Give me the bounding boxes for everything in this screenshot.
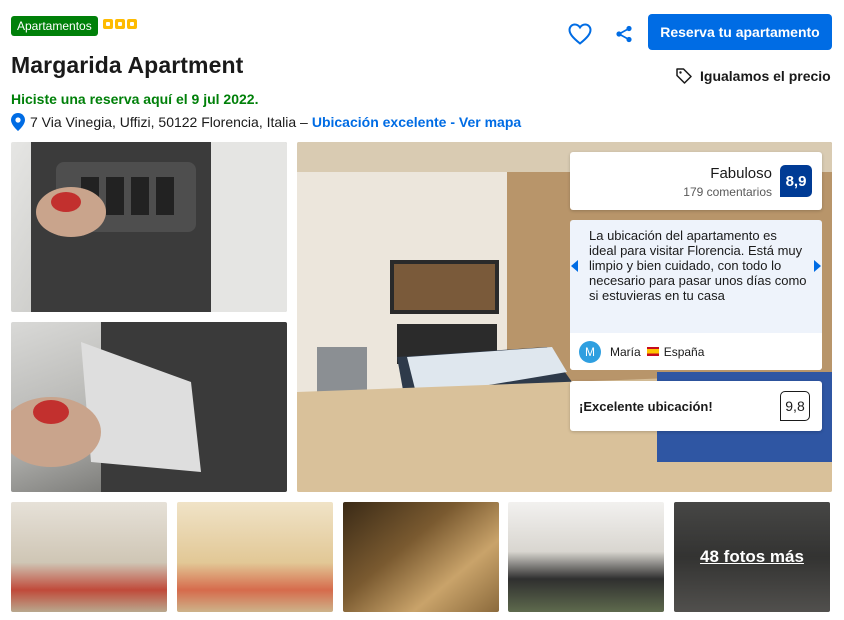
address-row: 7 Via Vinegia, Uffizi, 50122 Florencia, … [11, 113, 521, 131]
review-author-name: María [610, 344, 641, 359]
gallery-photo-keybox-open[interactable] [11, 322, 287, 492]
review-author-country: España [663, 344, 705, 359]
price-match-link[interactable]: Igualamos el precio [676, 68, 831, 84]
review-count: 179 comentarios [683, 185, 772, 199]
gallery-photo-keybox[interactable] [11, 142, 287, 312]
rating-card[interactable]: Fabuloso 179 comentarios 8,9 [570, 152, 822, 210]
location-score-label: ¡Excelente ubicación! [579, 399, 713, 414]
property-type-badge: Apartamentos [11, 16, 98, 36]
star-icon [103, 19, 113, 29]
gallery-thumb-living-room[interactable] [11, 502, 167, 612]
star-icon [127, 19, 137, 29]
rating-label: Fabuloso [710, 165, 772, 182]
share-button[interactable] [610, 21, 638, 47]
review-author-row: M María España [570, 333, 822, 370]
star-icon [115, 19, 125, 29]
gallery-thumb-coffee-machine[interactable] [508, 502, 664, 612]
location-map-link[interactable]: Ubicación excelente - Ver mapa [312, 114, 521, 130]
map-pin-icon [11, 113, 25, 131]
star-rating [103, 19, 137, 29]
review-prev-button[interactable] [570, 258, 580, 274]
keybox-open-photo-art [11, 322, 287, 492]
review-next-button[interactable] [812, 258, 822, 274]
review-text: La ubicación del apartamento es ideal pa… [589, 228, 807, 303]
chevron-left-icon [571, 260, 578, 272]
property-title: Margarida Apartment [11, 52, 244, 78]
reserve-button[interactable]: Reserva tu apartamento [648, 14, 832, 50]
chevron-right-icon [814, 260, 821, 272]
more-photos-link[interactable]: 48 fotos más [674, 502, 830, 612]
address-text: 7 Via Vinegia, Uffizi, 50122 Florencia, … [30, 114, 308, 130]
price-tag-icon [676, 68, 692, 84]
guest-review-card[interactable]: La ubicación del apartamento es ideal pa… [570, 220, 822, 370]
avatar: M [579, 340, 601, 363]
gallery-thumb-more-photos[interactable]: 48 fotos más [674, 502, 830, 612]
location-score-card[interactable]: ¡Excelente ubicación! 9,8 [570, 381, 822, 431]
price-match-label: Igualamos el precio [700, 68, 831, 84]
gallery-thumb-kitchen[interactable] [177, 502, 333, 612]
heart-icon [568, 23, 592, 45]
rating-score-badge: 8,9 [780, 165, 812, 197]
gallery-thumb-lantern[interactable] [343, 502, 499, 612]
location-score-badge: 9,8 [780, 391, 810, 421]
save-favorite-button[interactable] [566, 21, 594, 47]
keybox-photo-art [31, 142, 287, 312]
spain-flag-icon [646, 347, 659, 356]
share-icon [616, 25, 632, 43]
booking-notice: Hiciste una reserva aquí el 9 jul 2022. [11, 91, 259, 107]
